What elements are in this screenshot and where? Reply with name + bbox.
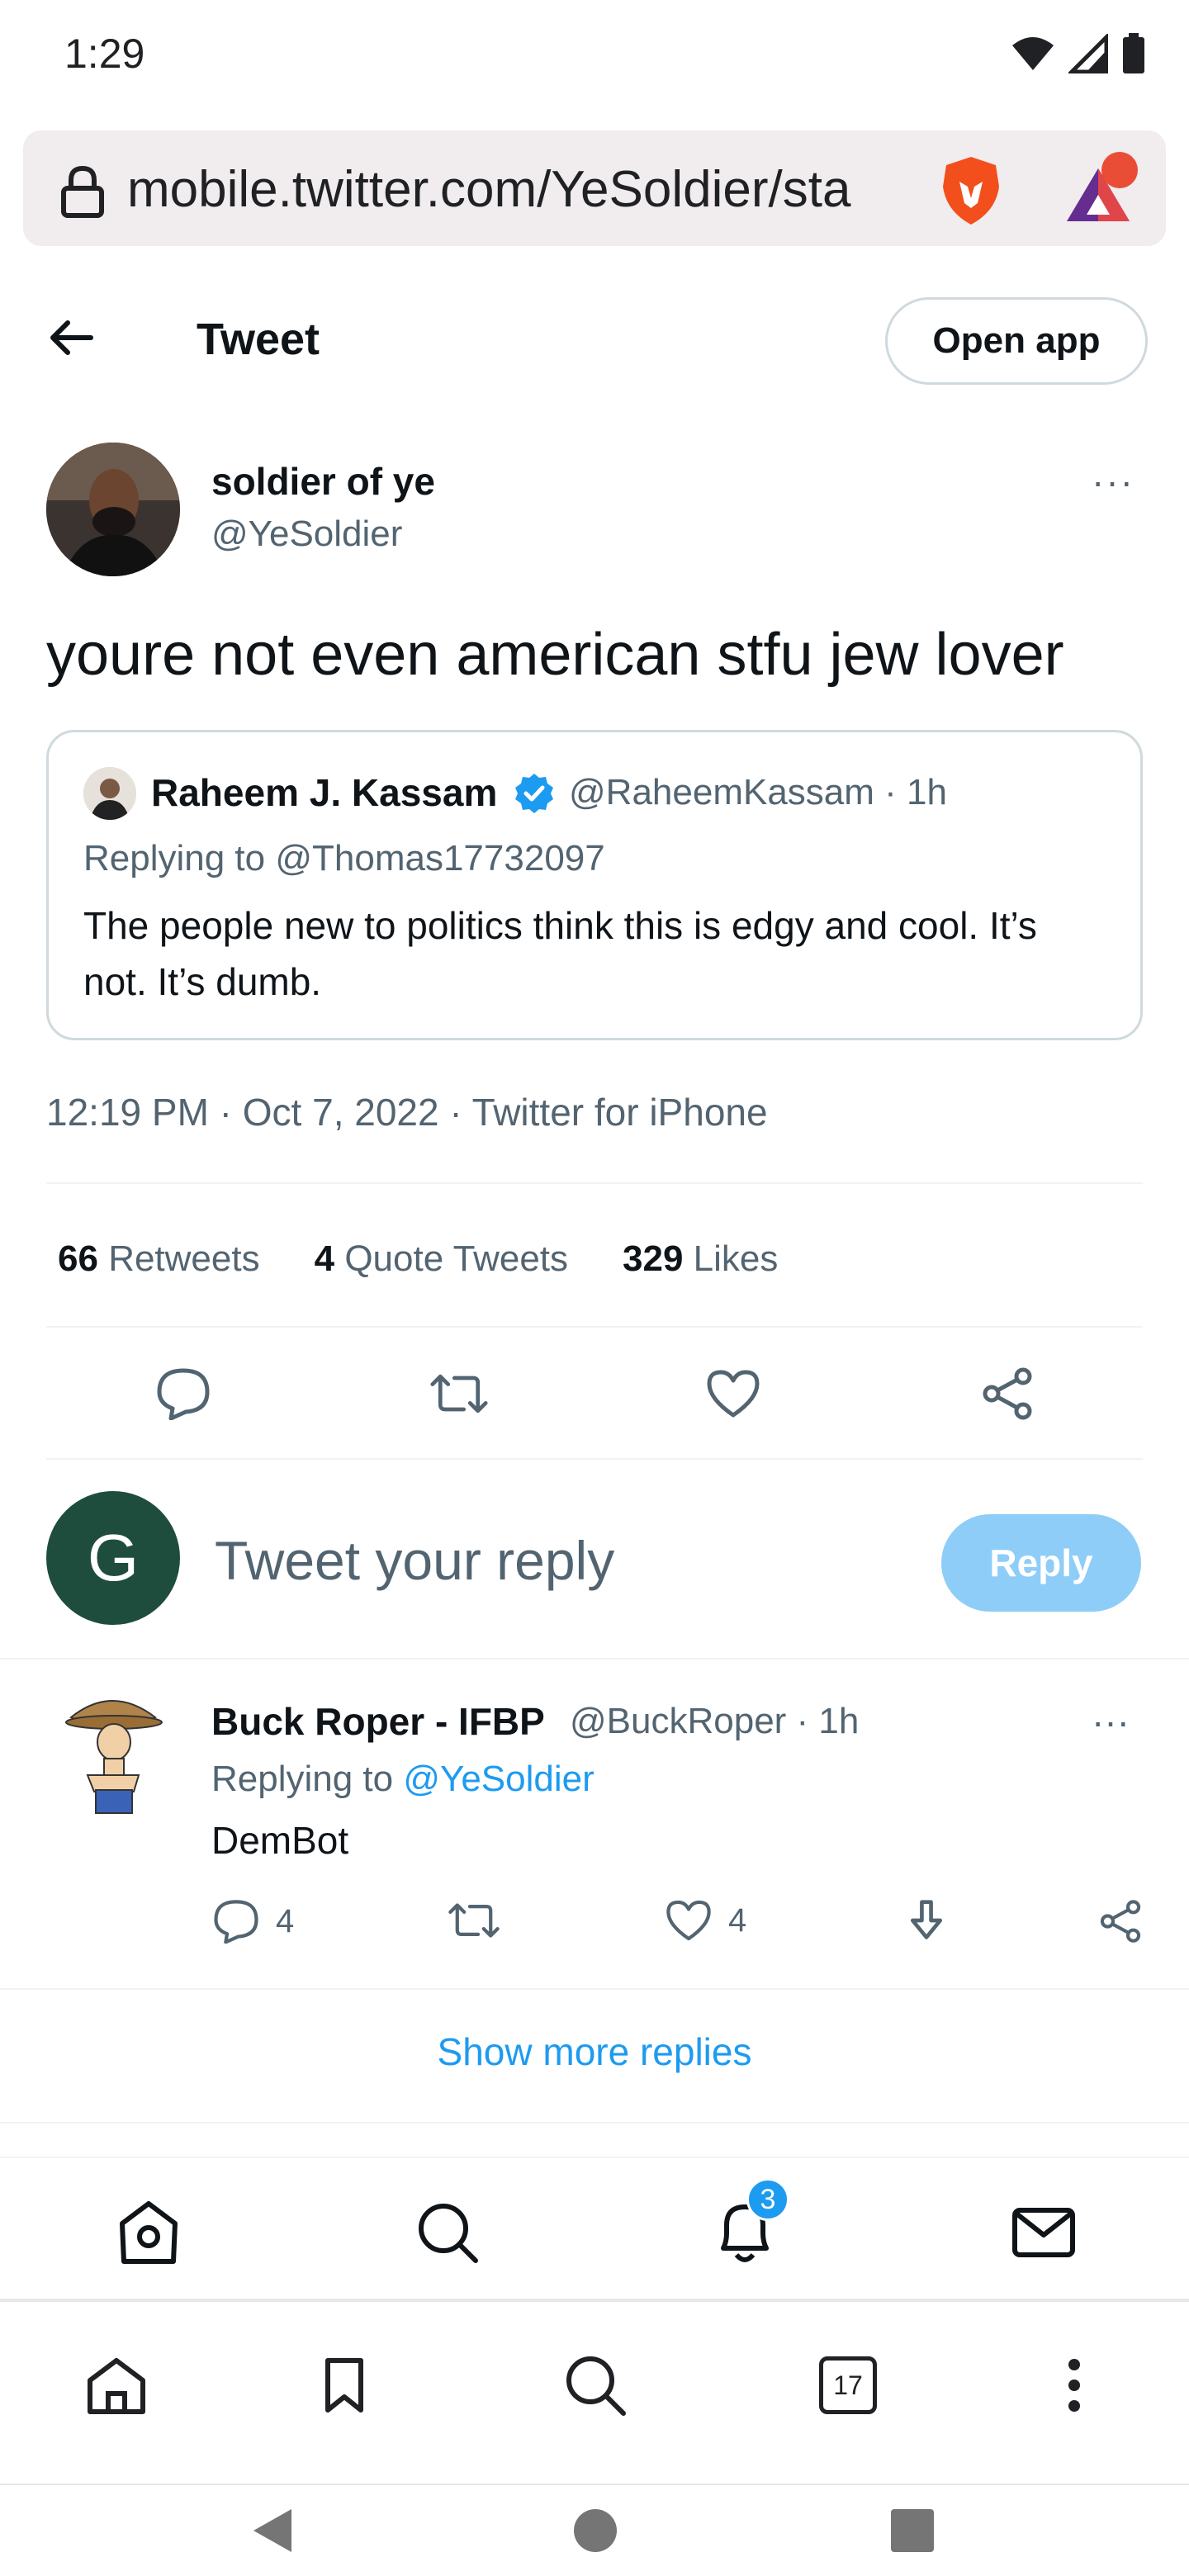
notifications-badge: 3 bbox=[746, 2178, 789, 2221]
tweet-text: youre not even american stfu jew lover bbox=[46, 622, 1064, 688]
retweet-icon[interactable] bbox=[429, 1364, 489, 1423]
url-bar[interactable]: mobile.twitter.com/YeSoldier/sta bbox=[23, 130, 1166, 246]
share-icon[interactable] bbox=[978, 1364, 1037, 1423]
retweet-icon[interactable] bbox=[448, 1899, 500, 1942]
quoted-tweet-text: The people new to politics think this is… bbox=[83, 904, 1037, 1003]
reply-text: DemBot bbox=[211, 1819, 349, 1862]
lock-icon[interactable] bbox=[59, 165, 106, 218]
quoted-replying-to: Replying to @Thomas17732097 bbox=[83, 838, 605, 878]
replying-to-link[interactable]: @YeSoldier bbox=[403, 1759, 594, 1799]
open-app-button[interactable]: Open app bbox=[885, 297, 1148, 385]
home-circle-icon[interactable] bbox=[566, 2502, 624, 2559]
show-more-replies-link[interactable]: Show more replies bbox=[0, 2029, 1189, 2074]
divider bbox=[46, 1182, 1143, 1184]
brave-shields-icon[interactable] bbox=[938, 154, 1004, 228]
retweets-stat[interactable]: 66 Retweets bbox=[58, 1238, 260, 1280]
browser-search-icon[interactable] bbox=[558, 2348, 632, 2422]
reply-share-action[interactable] bbox=[1098, 1899, 1143, 1944]
likes-stat[interactable]: 329 Likes bbox=[623, 1238, 778, 1280]
url-text[interactable]: mobile.twitter.com/YeSoldier/sta bbox=[127, 160, 936, 219]
reply-icon[interactable] bbox=[154, 1364, 213, 1423]
browser-home-icon[interactable] bbox=[79, 2348, 154, 2422]
quoted-author-avatar bbox=[83, 767, 136, 820]
wifi-icon bbox=[1012, 37, 1054, 70]
like-icon[interactable] bbox=[703, 1364, 763, 1423]
divider bbox=[46, 1326, 1143, 1328]
share-icon[interactable] bbox=[1098, 1899, 1143, 1944]
bookmark-icon[interactable] bbox=[307, 2348, 381, 2422]
browser-toolbar: 17 bbox=[0, 2299, 1189, 2485]
battery-icon bbox=[1123, 33, 1144, 73]
reply-author-name[interactable]: Buck Roper - IFBP bbox=[211, 1699, 545, 1744]
reply-button[interactable]: Reply bbox=[941, 1514, 1141, 1612]
status-bar: 1:29 bbox=[0, 0, 1189, 107]
reply-icon[interactable] bbox=[213, 1899, 259, 1944]
author-avatar[interactable] bbox=[46, 443, 180, 576]
quoted-tweet[interactable]: Raheem J. Kassam @RaheemKassam · 1h Repl… bbox=[46, 730, 1143, 1040]
explore-search-icon[interactable] bbox=[414, 2200, 481, 2266]
home-icon[interactable] bbox=[116, 2200, 182, 2266]
divider bbox=[46, 1458, 1143, 1460]
user-avatar[interactable]: G bbox=[46, 1491, 180, 1625]
recents-square-icon[interactable] bbox=[883, 2502, 941, 2559]
back-arrow-icon[interactable] bbox=[48, 319, 94, 357]
reply-handle-time[interactable]: @BuckRoper · 1h bbox=[570, 1701, 859, 1742]
reply-download-action[interactable] bbox=[905, 1899, 948, 1942]
quote-tweets-stat[interactable]: 4 Quote Tweets bbox=[315, 1238, 568, 1280]
download-icon[interactable] bbox=[905, 1899, 948, 1942]
page-title: Tweet bbox=[197, 315, 320, 364]
like-icon[interactable] bbox=[666, 1899, 712, 1942]
quoted-author-name: Raheem J. Kassam bbox=[151, 771, 498, 814]
twitter-bottom-nav bbox=[0, 2157, 1189, 2299]
overflow-menu-icon[interactable] bbox=[1037, 2348, 1111, 2422]
back-triangle-icon[interactable] bbox=[243, 2502, 301, 2559]
reply-input[interactable]: Tweet your reply bbox=[215, 1529, 614, 1592]
author-name[interactable]: soldier of ye bbox=[211, 459, 435, 504]
reply-more-options-icon[interactable]: ··· bbox=[1092, 1699, 1130, 1744]
reply-retweet-action[interactable] bbox=[448, 1899, 500, 1942]
divider bbox=[0, 2122, 1189, 2124]
divider bbox=[0, 1658, 1189, 1660]
tabs-count[interactable]: 17 bbox=[819, 2356, 877, 2414]
reply-reply-action[interactable]: 4 bbox=[213, 1899, 294, 1944]
verified-badge-icon bbox=[515, 774, 553, 813]
quoted-handle-time: @RaheemKassam · 1h bbox=[569, 772, 947, 812]
messages-envelope-icon[interactable] bbox=[1011, 2200, 1077, 2266]
system-navigation-bar bbox=[0, 2485, 1189, 2576]
tabs-button[interactable]: 17 bbox=[811, 2348, 885, 2422]
reply-replying-to: Replying to @YeSoldier bbox=[211, 1759, 594, 1799]
tweet-timestamp[interactable]: 12:19 PM · Oct 7, 2022 · Twitter for iPh… bbox=[46, 1090, 768, 1134]
brave-rewards-icon[interactable] bbox=[1060, 152, 1139, 226]
tweet-stats: 66 Retweets 4 Quote Tweets 329 Likes bbox=[58, 1238, 778, 1280]
status-time: 1:29 bbox=[64, 31, 145, 77]
reply-author-avatar[interactable] bbox=[46, 1684, 180, 1818]
reply-like-action[interactable]: 4 bbox=[666, 1899, 746, 1942]
author-handle[interactable]: @YeSoldier bbox=[211, 514, 402, 555]
cell-signal-icon bbox=[1068, 34, 1108, 73]
more-options-icon[interactable]: ··· bbox=[1092, 459, 1135, 504]
status-icons bbox=[1011, 33, 1146, 74]
divider bbox=[0, 1988, 1189, 1990]
